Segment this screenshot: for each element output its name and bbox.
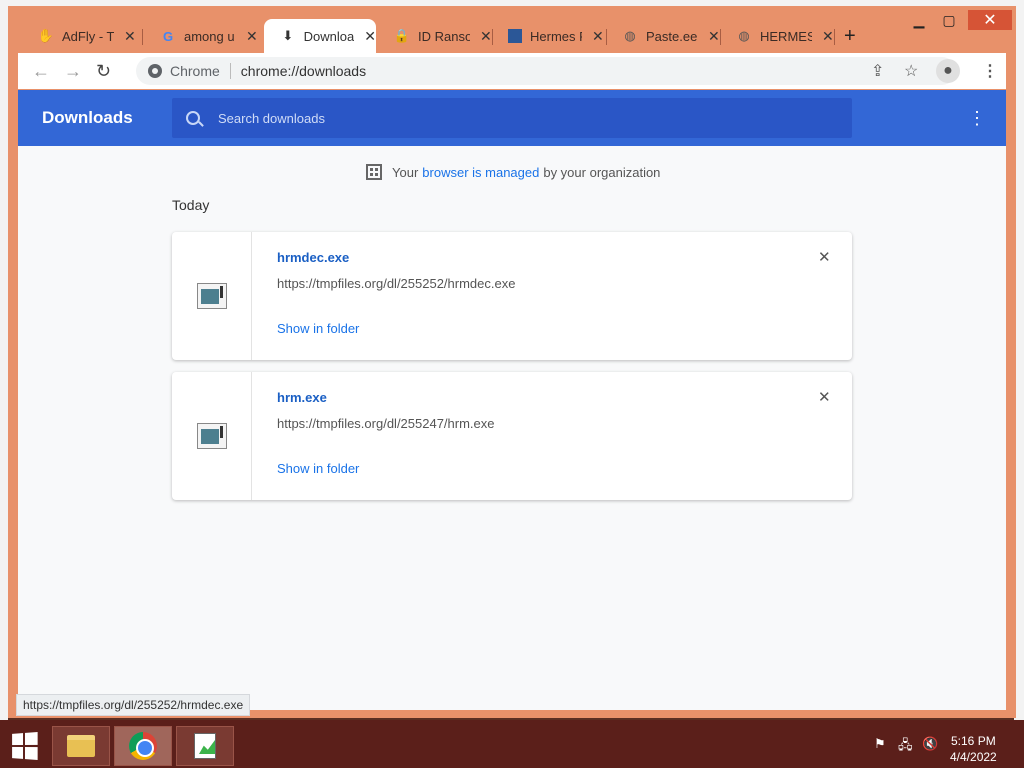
show-in-folder-link[interactable]: Show in folder (277, 321, 359, 336)
action-center-flag-icon[interactable]: ⚑ (874, 736, 886, 752)
browser-toolbar: ← → ↻ Chrome chrome://downloads ⇪ ☆ ● ⋮ (18, 53, 1006, 89)
page-icon (508, 29, 522, 43)
clock-date: 4/4/2022 (950, 750, 997, 764)
globe-icon: ◍ (624, 28, 636, 43)
remove-download-icon[interactable]: ✕ (818, 248, 831, 266)
tab-paste-ee[interactable]: ◍ Paste.ee ✕ (606, 19, 720, 53)
remove-download-icon[interactable]: ✕ (818, 388, 831, 406)
managed-prefix: Your (392, 164, 419, 180)
forward-arrow-icon[interactable]: → (64, 61, 82, 82)
bookmark-star-icon[interactable]: ☆ (904, 61, 918, 81)
file-explorer-icon (67, 735, 95, 757)
download-item: hrmdec.exe https://tmpfiles.org/dl/25525… (172, 232, 852, 360)
download-icon: ⬇ (282, 28, 294, 43)
start-button[interactable] (2, 726, 46, 766)
tab-google[interactable]: G among u ✕ (144, 19, 258, 53)
search-icon (186, 111, 200, 125)
tab-hermes-r[interactable]: Hermes R ✕ (492, 19, 606, 53)
globe-icon: ◍ (738, 28, 750, 43)
tab-hermes[interactable]: ◍ HERMES ✕ (720, 19, 834, 53)
windows-logo-icon (12, 732, 38, 760)
downloads-menu-icon[interactable]: ⋮ (968, 108, 986, 128)
system-clock[interactable]: 5:16 PM 4/4/2022 (950, 733, 997, 765)
tab-title: HERMES (760, 28, 812, 44)
tab-close-icon[interactable]: ✕ (592, 28, 604, 45)
clock-time: 5:16 PM (951, 734, 996, 748)
downloads-header: Downloads Search downloads ⋮ (18, 90, 1006, 146)
taskbar-chrome[interactable] (114, 726, 172, 766)
taskbar-notepad[interactable] (176, 726, 234, 766)
tab-separator (834, 29, 835, 45)
notepad-icon (194, 733, 216, 759)
tab-title: ID Ransom (418, 28, 470, 44)
tab-close-icon[interactable]: ✕ (480, 28, 492, 45)
managed-link[interactable]: browser is managed (422, 165, 539, 180)
executable-file-icon (196, 283, 227, 309)
managed-notice: Your browser is managed by your organiza… (366, 164, 660, 180)
tab-separator (142, 29, 143, 45)
address-bar[interactable]: Chrome chrome://downloads (136, 57, 956, 85)
tab-close-icon[interactable]: ✕ (822, 28, 834, 45)
tab-title: Hermes R (530, 28, 582, 44)
tab-close-icon[interactable]: ✕ (364, 28, 376, 45)
omnibox-scheme-label: Chrome (170, 63, 220, 79)
tab-title: Downloads (303, 28, 355, 44)
chrome-page-icon (148, 64, 162, 78)
search-downloads-field[interactable]: Search downloads (172, 98, 852, 138)
download-file-icon-column (172, 372, 252, 500)
tab-adfly[interactable]: ✋ AdFly - The ✕ (22, 19, 140, 53)
new-tab-button[interactable]: + (844, 25, 856, 48)
download-filename-link[interactable]: hrmdec.exe (277, 250, 349, 265)
link-status-bar: https://tmpfiles.org/dl/255252/hrmdec.ex… (16, 694, 251, 716)
reload-icon[interactable]: ↻ (96, 61, 111, 82)
download-filename-link[interactable]: hrm.exe (277, 390, 327, 405)
date-section-label: Today (172, 197, 210, 213)
building-icon (366, 164, 382, 180)
tab-downloads[interactable]: ⬇ Downloads ✕ (264, 19, 376, 53)
tab-close-icon[interactable]: ✕ (124, 28, 136, 45)
tab-close-icon[interactable]: ✕ (246, 28, 258, 45)
lock-icon: 🔒 (393, 28, 411, 43)
adfly-icon: ✋ (37, 28, 55, 43)
chrome-window: ▁ ▢ ✕ ✋ AdFly - The ✕ G among u ✕ ⬇ Down… (8, 6, 1016, 718)
download-item: hrm.exe https://tmpfiles.org/dl/255247/h… (172, 372, 852, 500)
downloads-page: Downloads Search downloads ⋮ Your browse… (18, 90, 1006, 710)
managed-suffix: by your organization (543, 164, 661, 180)
share-icon[interactable]: ⇪ (871, 61, 884, 81)
profile-avatar-icon[interactable]: ● (936, 59, 960, 83)
executable-file-icon (196, 423, 227, 449)
back-arrow-icon[interactable]: ← (32, 61, 50, 82)
taskbar-file-explorer[interactable] (52, 726, 110, 766)
download-source-url[interactable]: https://tmpfiles.org/dl/255252/hrmdec.ex… (277, 276, 515, 291)
search-placeholder: Search downloads (218, 110, 325, 126)
volume-muted-icon[interactable]: 🔇 (922, 736, 938, 752)
tab-strip: ✋ AdFly - The ✕ G among u ✕ ⬇ Downloads … (22, 19, 1012, 53)
network-icon[interactable]: 🖧 (898, 736, 913, 758)
chrome-icon (129, 732, 157, 760)
page-title: Downloads (42, 108, 133, 127)
desktop-left-strip (0, 0, 8, 720)
google-icon: G (162, 28, 174, 44)
omnibox-url: chrome://downloads (240, 63, 367, 79)
tab-title: among u (184, 28, 235, 44)
tab-title: Paste.ee (646, 28, 698, 44)
download-file-icon-column (172, 232, 252, 360)
tab-title: AdFly - The (62, 28, 114, 44)
browser-menu-icon[interactable]: ⋮ (982, 61, 998, 81)
omnibox-separator (229, 63, 231, 79)
tab-id-ransomware[interactable]: 🔒 ID Ransom ✕ (378, 19, 492, 53)
windows-taskbar: ⚑ 🖧 🔇 5:16 PM 4/4/2022 (0, 720, 1024, 768)
tab-close-icon[interactable]: ✕ (708, 28, 720, 45)
download-source-url[interactable]: https://tmpfiles.org/dl/255247/hrm.exe (277, 416, 495, 431)
show-in-folder-link[interactable]: Show in folder (277, 461, 359, 476)
